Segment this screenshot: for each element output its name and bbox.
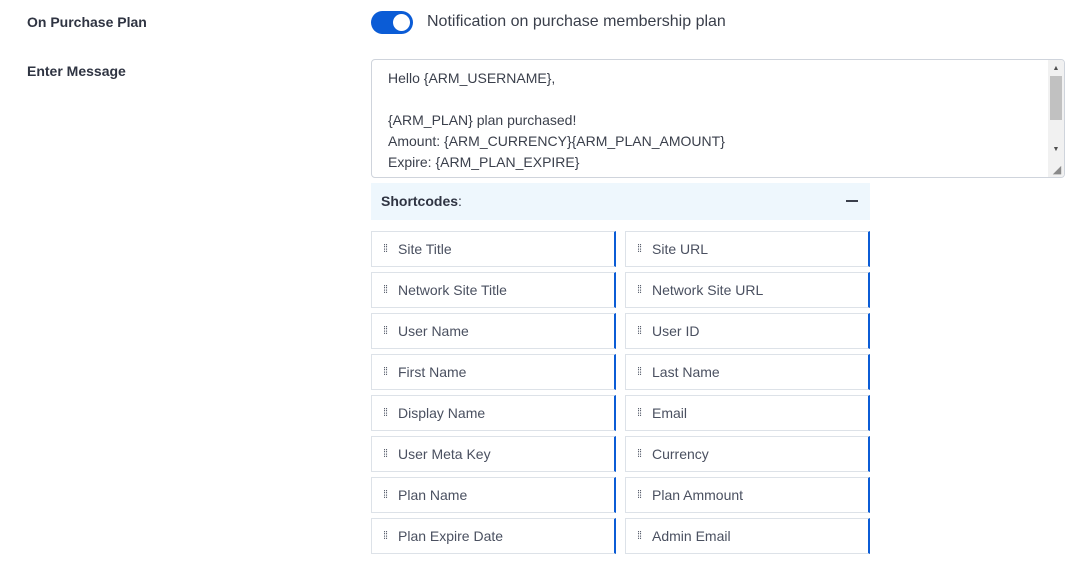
drag-handle-icon: ⁞⁞ bbox=[383, 284, 388, 296]
shortcode-item[interactable]: ⁞⁞ User Meta Key bbox=[371, 436, 616, 472]
shortcode-label: Site Title bbox=[398, 241, 452, 257]
shortcode-label: Email bbox=[652, 405, 688, 421]
shortcode-label: User Meta Key bbox=[398, 446, 491, 462]
drag-handle-icon: ⁞⁞ bbox=[637, 530, 642, 542]
drag-handle-icon: ⁞⁞ bbox=[637, 407, 642, 419]
on-purchase-plan-label: On Purchase Plan bbox=[27, 14, 147, 30]
scroll-down-arrow-icon[interactable]: ▼ bbox=[1048, 143, 1064, 157]
drag-handle-icon: ⁞⁞ bbox=[383, 325, 388, 337]
shortcodes-title-colon: : bbox=[458, 193, 462, 209]
shortcode-label: Plan Ammount bbox=[652, 487, 744, 503]
shortcode-label: Currency bbox=[652, 446, 709, 462]
scroll-thumb[interactable] bbox=[1050, 76, 1062, 120]
shortcode-item[interactable]: ⁞⁞ User Name bbox=[371, 313, 616, 349]
drag-handle-icon: ⁞⁞ bbox=[637, 448, 642, 460]
shortcode-item[interactable]: ⁞⁞ Plan Ammount bbox=[625, 477, 870, 513]
drag-handle-icon: ⁞⁞ bbox=[383, 243, 388, 255]
notification-toggle-label: Notification on purchase membership plan bbox=[427, 13, 726, 30]
drag-handle-icon: ⁞⁞ bbox=[383, 366, 388, 378]
shortcode-item[interactable]: ⁞⁞ Last Name bbox=[625, 354, 870, 390]
shortcode-label: Site URL bbox=[652, 241, 709, 257]
collapse-minus-icon[interactable] bbox=[846, 200, 858, 202]
shortcode-item[interactable]: ⁞⁞ Site URL bbox=[625, 231, 870, 267]
shortcode-item[interactable]: ⁞⁞ Plan Name bbox=[371, 477, 616, 513]
message-textarea[interactable]: Hello {ARM_USERNAME}, {ARM_PLAN} plan pu… bbox=[371, 59, 1065, 178]
drag-handle-icon: ⁞⁞ bbox=[637, 366, 642, 378]
drag-handle-icon: ⁞⁞ bbox=[383, 489, 388, 501]
drag-handle-icon: ⁞⁞ bbox=[637, 284, 642, 296]
shortcode-item[interactable]: ⁞⁞ User ID bbox=[625, 313, 870, 349]
shortcode-label: Admin Email bbox=[652, 528, 731, 544]
scroll-up-arrow-icon[interactable]: ▲ bbox=[1048, 62, 1064, 76]
shortcode-item[interactable]: ⁞⁞ Currency bbox=[625, 436, 870, 472]
shortcode-label: Network Site Title bbox=[398, 282, 507, 298]
shortcode-item[interactable]: ⁞⁞ First Name bbox=[371, 354, 616, 390]
notification-toggle[interactable] bbox=[371, 11, 413, 34]
shortcode-label: Plan Expire Date bbox=[398, 528, 504, 544]
shortcode-item[interactable]: ⁞⁞ Plan Expire Date bbox=[371, 518, 616, 554]
shortcode-item[interactable]: ⁞⁞ Display Name bbox=[371, 395, 616, 431]
shortcode-label: Plan Name bbox=[398, 487, 468, 503]
shortcode-label: First Name bbox=[398, 364, 467, 380]
drag-handle-icon: ⁞⁞ bbox=[637, 489, 642, 501]
drag-handle-icon: ⁞⁞ bbox=[637, 325, 642, 337]
shortcodes-header[interactable]: Shortcodes: bbox=[371, 183, 870, 220]
toggle-knob bbox=[393, 14, 410, 31]
shortcode-item[interactable]: ⁞⁞ Network Site Title bbox=[371, 272, 616, 308]
shortcode-label: User ID bbox=[652, 323, 700, 339]
drag-handle-icon: ⁞⁞ bbox=[637, 243, 642, 255]
shortcode-label: Network Site URL bbox=[652, 282, 764, 298]
drag-handle-icon: ⁞⁞ bbox=[383, 407, 388, 419]
drag-handle-icon: ⁞⁞ bbox=[383, 448, 388, 460]
shortcodes-title: Shortcodes: bbox=[381, 193, 462, 209]
message-scrollbar[interactable]: ▲ ▼ bbox=[1048, 60, 1064, 177]
shortcode-item[interactable]: ⁞⁞ Network Site URL bbox=[625, 272, 870, 308]
shortcode-grid: ⁞⁞ Site Title ⁞⁞ Site URL ⁞⁞ Network Site Tit… bbox=[371, 231, 871, 554]
shortcodes-title-text: Shortcodes bbox=[381, 193, 459, 209]
resize-grip-icon[interactable]: ◢ bbox=[1051, 164, 1063, 176]
shortcode-label: Last Name bbox=[652, 364, 720, 380]
shortcode-label: Display Name bbox=[398, 405, 486, 421]
shortcode-item[interactable]: ⁞⁞ Email bbox=[625, 395, 870, 431]
shortcode-item[interactable]: ⁞⁞ Site Title bbox=[371, 231, 616, 267]
shortcode-label: User Name bbox=[398, 323, 469, 339]
enter-message-label: Enter Message bbox=[27, 63, 126, 79]
drag-handle-icon: ⁞⁞ bbox=[383, 530, 388, 542]
shortcode-item[interactable]: ⁞⁞ Admin Email bbox=[625, 518, 870, 554]
message-text[interactable]: Hello {ARM_USERNAME}, {ARM_PLAN} plan pu… bbox=[388, 68, 725, 173]
